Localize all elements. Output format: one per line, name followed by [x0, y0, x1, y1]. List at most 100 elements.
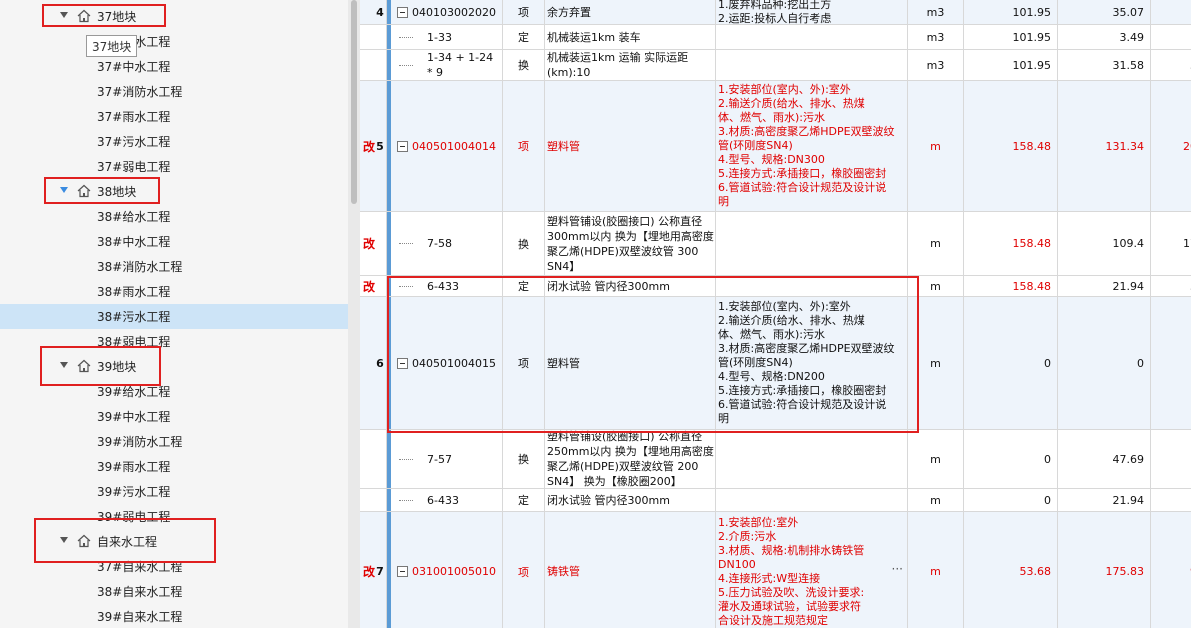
- tree-item[interactable]: 38#自来水工程: [0, 579, 348, 604]
- tree-connector: [399, 458, 413, 460]
- tree-item[interactable]: 38#弱电工程: [0, 329, 348, 354]
- unit-cell-text: m: [930, 139, 941, 153]
- collapse-icon[interactable]: [397, 357, 408, 369]
- tree-item-label: 38#消防水工程: [97, 260, 183, 274]
- bill-item-row[interactable]: 改 7 031001005010 项 铸铁管 1.安装部位:室外 2.介质:污水 3.材质…: [360, 512, 1191, 628]
- caret-down-icon[interactable]: [60, 12, 68, 18]
- tree-connector: [399, 499, 413, 501]
- quota-row[interactable]: 改 7-58 换 塑料管铺设(胶圈接口) 公称直径300mm以内 换为【埋地用高密度聚…: [360, 212, 1191, 276]
- more-icon[interactable]: ···: [892, 562, 903, 576]
- name-cell-text: 塑料管铺设(胶圈接口) 公称直径300mm以内 换为【埋地用高密度聚乙烯(HDP…: [547, 214, 714, 273]
- name-cell-text: 塑料管: [547, 139, 580, 153]
- caret-down-icon[interactable]: [60, 362, 68, 368]
- price-cell-text: 131.34: [1105, 139, 1145, 153]
- tree-item[interactable]: 38#给水工程: [0, 204, 348, 229]
- seq-cell: 4: [360, 0, 387, 24]
- type-cell-text: 换: [518, 453, 529, 466]
- features-cell-text: 1.安装部位(室内、外):室外 2.输送介质(给水、排水、热煤 体、燃气、雨水)…: [718, 300, 895, 425]
- qty-cell: 0: [964, 430, 1058, 488]
- tree-connector: [399, 64, 413, 66]
- name-cell-text: 塑料管: [547, 356, 580, 370]
- tree-item[interactable]: 39#雨水工程: [0, 454, 348, 479]
- code-cell: 040501004014: [391, 81, 503, 211]
- code-cell: 1-33: [391, 25, 503, 49]
- qty-cell-text: 0: [1044, 356, 1051, 370]
- name-cell: 塑料管铺设(胶圈接口) 公称直径250mm以内 换为【埋地用高密度聚乙烯(HDP…: [545, 430, 716, 488]
- tree-item[interactable]: 38#消防水工程: [0, 254, 348, 279]
- qty-cell: 0: [964, 297, 1058, 429]
- tree-item[interactable]: 37#弱电工程: [0, 154, 348, 179]
- name-cell: 塑料管: [545, 81, 716, 211]
- tree-item[interactable]: 37#给水工程: [0, 29, 348, 54]
- quota-row[interactable]: 1-34 + 1-24 * 9 换 机械装运1km 运输 实际运距(km):10 m3…: [360, 50, 1191, 81]
- price-cell: 21.94: [1058, 489, 1151, 511]
- total-cell: 34: [1151, 276, 1191, 296]
- type-cell-text: 换: [518, 237, 529, 251]
- price-cell: 35.07: [1058, 0, 1151, 24]
- code-text: 7-57: [427, 452, 452, 466]
- unit-cell-text: m: [930, 565, 941, 578]
- tree-item-label: 39#消防水工程: [97, 435, 183, 449]
- name-cell-text: 机械装运1km 运输 实际运距(km):10: [547, 51, 689, 79]
- features-cell: 1.废弃料品种:挖出土方 2.运距:投标人自行考虑: [716, 0, 908, 24]
- tree-connector: [399, 36, 413, 38]
- tree-item[interactable]: 37#中水工程: [0, 54, 348, 79]
- unit-cell: m3: [908, 0, 964, 24]
- tree-item[interactable]: 39#自来水工程: [0, 604, 348, 628]
- collapse-icon[interactable]: [397, 6, 408, 18]
- tree-group-0[interactable]: 37地块: [0, 4, 348, 29]
- unit-cell-text: m: [930, 493, 941, 507]
- tree-item-label: 38#中水工程: [97, 235, 171, 249]
- tree-item[interactable]: 37#消防水工程: [0, 79, 348, 104]
- bill-item-row[interactable]: 6 040501004015 项 塑料管 1.安装部位(室内、外):室外 2.输送介质(…: [360, 297, 1191, 430]
- tree-group-3[interactable]: 自来水工程: [0, 529, 348, 554]
- unit-cell-text: m3: [926, 58, 945, 72]
- type-cell-text: 定: [518, 31, 529, 44]
- tree-item[interactable]: 37#自来水工程: [0, 554, 348, 579]
- tree-group-1[interactable]: 38地块: [0, 179, 348, 204]
- tree-item-label: 39#中水工程: [97, 410, 171, 424]
- unit-cell-text: m3: [926, 30, 945, 44]
- tree-item[interactable]: 39#污水工程: [0, 479, 348, 504]
- tree-item-label: 37#弱电工程: [97, 160, 171, 174]
- price-cell: 31.58: [1058, 50, 1151, 80]
- code-cell: 031001005010: [391, 512, 503, 628]
- price-cell: 0: [1058, 297, 1151, 429]
- quota-row[interactable]: 6-433 定 闭水试验 管内径300mm m 0 21.94: [360, 489, 1191, 512]
- type-cell-text: 项: [518, 140, 529, 153]
- home-icon: [77, 534, 91, 548]
- features-cell-text: 1.废弃料品种:挖出土方 2.运距:投标人自行考虑: [718, 0, 832, 24]
- tree-item[interactable]: 39#给水工程: [0, 379, 348, 404]
- quota-row[interactable]: 7-57 换 塑料管铺设(胶圈接口) 公称直径250mm以内 换为【埋地用高密度聚乙…: [360, 430, 1191, 489]
- caret-down-icon[interactable]: [60, 187, 68, 193]
- tree-item[interactable]: 38#中水工程: [0, 229, 348, 254]
- bill-item-row[interactable]: 4 040103002020 项 余方弃置 1.废弃料品种:挖出土方 2.运距:投标人自…: [360, 0, 1191, 25]
- collapse-icon[interactable]: [397, 140, 408, 152]
- home-icon: [77, 184, 91, 198]
- caret-down-icon[interactable]: [60, 537, 68, 543]
- tree-item[interactable]: 37#雨水工程: [0, 104, 348, 129]
- tree-item[interactable]: 39#中水工程: [0, 404, 348, 429]
- tree-item[interactable]: 37#污水工程: [0, 129, 348, 154]
- price-cell: 21.94: [1058, 276, 1151, 296]
- tree-group-2[interactable]: 39地块: [0, 354, 348, 379]
- tree-item[interactable]: 38#雨水工程: [0, 279, 348, 304]
- tree-item[interactable]: 38#污水工程: [0, 304, 348, 329]
- seq-cell-text: 4: [376, 5, 384, 19]
- type-cell: 项: [503, 297, 545, 429]
- collapse-icon[interactable]: [397, 566, 408, 577]
- quota-row[interactable]: 1-33 定 机械装运1km 装车 m3 101.95 3.49 3: [360, 25, 1191, 50]
- tree-item[interactable]: 39#弱电工程: [0, 504, 348, 529]
- bill-item-row[interactable]: 改 5 040501004014 项 塑料管 1.安装部位(室内、外):室外 2.输送介质…: [360, 81, 1191, 212]
- tree-scrollbar-thumb[interactable]: [351, 0, 357, 204]
- total-cell: 94: [1151, 512, 1191, 628]
- features-cell: 1.安装部位(室内、外):室外 2.输送介质(给水、排水、热煤 体、燃气、雨水)…: [716, 81, 908, 211]
- type-cell-text: 定: [518, 494, 529, 507]
- price-cell-text: 3.49: [1119, 30, 1145, 44]
- price-cell-text: 31.58: [1112, 58, 1145, 72]
- qty-cell: 158.48: [964, 81, 1058, 211]
- tree-item[interactable]: 39#消防水工程: [0, 429, 348, 454]
- quota-row[interactable]: 改 6-433 定 闭水试验 管内径300mm m 158.48 21.94 34: [360, 276, 1191, 297]
- unit-cell-text: m: [930, 452, 941, 466]
- total-cell: 32: [1151, 50, 1191, 80]
